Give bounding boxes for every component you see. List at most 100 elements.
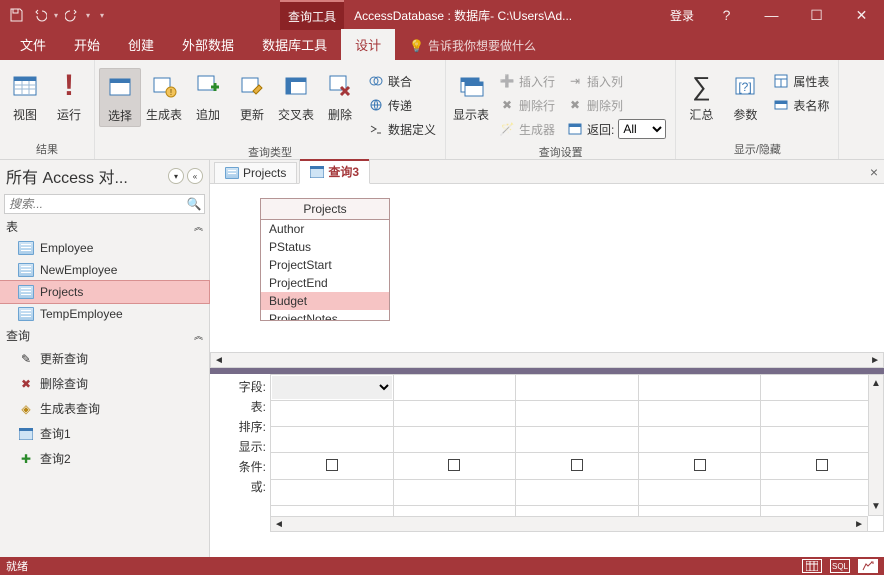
tab-file[interactable]: 文件 (6, 29, 60, 60)
h-scrollbar[interactable]: ◄► (210, 352, 884, 368)
crosstab-query-button[interactable]: 交叉表 (275, 68, 317, 125)
field-list[interactable]: Projects Author PStatus ProjectStart Pro… (260, 198, 390, 321)
select-query-button[interactable]: 选择 (99, 68, 141, 127)
qat-customize-icon[interactable]: ▾ (100, 11, 104, 20)
field-row[interactable]: PStatus (261, 238, 389, 256)
scroll-down-icon[interactable]: ▼ (871, 501, 881, 512)
nav-section-queries[interactable]: 查询︽ (0, 325, 209, 346)
show-checkbox[interactable] (326, 459, 338, 471)
nav-query-item[interactable]: ✖删除查询 (0, 371, 209, 396)
nav-header[interactable]: 所有 Access 对... ▾ « (0, 160, 209, 192)
grid-cell[interactable] (393, 453, 516, 479)
datasheet-view-btn[interactable] (802, 559, 822, 573)
tab-create[interactable]: 创建 (114, 29, 168, 60)
close-tab-icon[interactable]: × (870, 164, 878, 180)
minimize-button[interactable]: — (749, 0, 794, 30)
field-row[interactable]: ProjectStart (261, 256, 389, 274)
delete-query-button[interactable]: 删除 (319, 68, 361, 125)
tell-me-input[interactable]: 💡 告诉我你想要做什么 (395, 31, 550, 60)
run-button[interactable]: ! 运行 (48, 68, 90, 125)
scroll-right-icon[interactable]: ► (870, 355, 880, 366)
scroll-up-icon[interactable]: ▲ (871, 378, 881, 389)
redo-icon[interactable] (62, 5, 82, 25)
v-scrollbar[interactable]: ▲▼ (868, 374, 884, 516)
grid-cell[interactable] (271, 427, 394, 453)
nav-table-item[interactable]: Employee (0, 237, 209, 259)
field-select[interactable] (272, 376, 392, 399)
totals-button[interactable]: ∑ 汇总 (680, 68, 722, 125)
grid-cell[interactable] (393, 375, 516, 401)
grid-cell[interactable] (516, 401, 639, 427)
property-sheet-button[interactable]: 属性表 (770, 70, 832, 92)
params-button[interactable]: [?] 参数 (724, 68, 766, 125)
save-icon[interactable] (6, 5, 26, 25)
nav-search[interactable]: 🔍 (4, 194, 205, 214)
view-button[interactable]: 视图 (4, 68, 46, 125)
table-names-button[interactable]: 表名称 (770, 94, 832, 116)
grid-cell[interactable] (271, 375, 394, 401)
ddl-query-button[interactable]: 数据定义 (365, 118, 439, 140)
grid-cell[interactable] (761, 453, 884, 479)
doc-tab[interactable]: 查询3 (299, 159, 370, 184)
update-query-button[interactable]: 更新 (231, 68, 273, 125)
nav-search-input[interactable] (5, 195, 184, 213)
grid-cell[interactable] (393, 427, 516, 453)
passthrough-query-button[interactable]: 传递 (365, 94, 439, 116)
union-query-button[interactable]: 联合 (365, 70, 439, 92)
field-row[interactable]: ProjectEnd (261, 274, 389, 292)
undo-dropdown-icon[interactable]: ▾ (54, 11, 58, 20)
grid-cell[interactable] (761, 427, 884, 453)
h-scrollbar[interactable]: ◄► (270, 516, 868, 532)
grid-cell[interactable] (761, 479, 884, 505)
grid-cell[interactable] (516, 427, 639, 453)
scroll-right-icon[interactable]: ► (854, 519, 864, 530)
field-list-body[interactable]: Author PStatus ProjectStart ProjectEnd B… (261, 220, 389, 320)
nav-collapse-icon[interactable]: « (187, 168, 203, 184)
scroll-left-icon[interactable]: ◄ (274, 519, 284, 530)
tab-design[interactable]: 设计 (341, 29, 395, 60)
return-select[interactable]: All (618, 119, 666, 139)
tab-home[interactable]: 开始 (60, 29, 114, 60)
grid-cell[interactable] (516, 479, 639, 505)
nav-query-item[interactable]: 查询1 (0, 421, 209, 446)
design-grid[interactable]: 字段: 表: 排序: 显示: 条件: 或: (210, 374, 884, 532)
return-dropdown[interactable]: 返回: All (564, 118, 669, 140)
grid-cell[interactable] (638, 479, 761, 505)
grid-cell[interactable] (638, 427, 761, 453)
grid-cell[interactable] (638, 375, 761, 401)
close-button[interactable]: ✕ (839, 0, 884, 30)
grid-cell[interactable] (516, 453, 639, 479)
grid-cell[interactable] (761, 375, 884, 401)
show-checkbox[interactable] (816, 459, 828, 471)
grid-cell[interactable] (638, 453, 761, 479)
grid-cell[interactable] (393, 479, 516, 505)
help-button[interactable]: ? (704, 0, 749, 30)
nav-query-item[interactable]: ✚查询2 (0, 446, 209, 471)
grid-cell[interactable] (271, 453, 394, 479)
search-icon[interactable]: 🔍 (184, 195, 204, 213)
design-upper-pane[interactable]: Projects Author PStatus ProjectStart Pro… (210, 184, 884, 374)
design-grid-table[interactable] (270, 374, 884, 532)
grid-cell[interactable] (638, 401, 761, 427)
undo-icon[interactable] (30, 5, 50, 25)
redo-dropdown-icon[interactable]: ▾ (86, 11, 90, 20)
grid-cell[interactable] (516, 375, 639, 401)
nav-filter-dropdown-icon[interactable]: ▾ (168, 168, 184, 184)
grid-cell[interactable] (761, 401, 884, 427)
show-checkbox[interactable] (448, 459, 460, 471)
field-row[interactable]: ProjectNotes (261, 310, 389, 320)
doc-tab[interactable]: Projects (214, 162, 297, 183)
tab-external-data[interactable]: 外部数据 (168, 29, 248, 60)
append-query-button[interactable]: 追加 (187, 68, 229, 125)
maximize-button[interactable]: ☐ (794, 0, 839, 30)
nav-query-item[interactable]: ✎更新查询 (0, 346, 209, 371)
nav-section-tables[interactable]: 表︽ (0, 216, 209, 237)
design-view-btn[interactable] (858, 559, 878, 573)
scroll-left-icon[interactable]: ◄ (214, 355, 224, 366)
nav-query-item[interactable]: ◈生成表查询 (0, 396, 209, 421)
nav-table-item[interactable]: NewEmployee (0, 259, 209, 281)
field-row[interactable]: Budget (261, 292, 389, 310)
nav-table-item[interactable]: TempEmployee (0, 303, 209, 325)
show-table-button[interactable]: 显示表 (450, 68, 492, 125)
show-checkbox[interactable] (694, 459, 706, 471)
